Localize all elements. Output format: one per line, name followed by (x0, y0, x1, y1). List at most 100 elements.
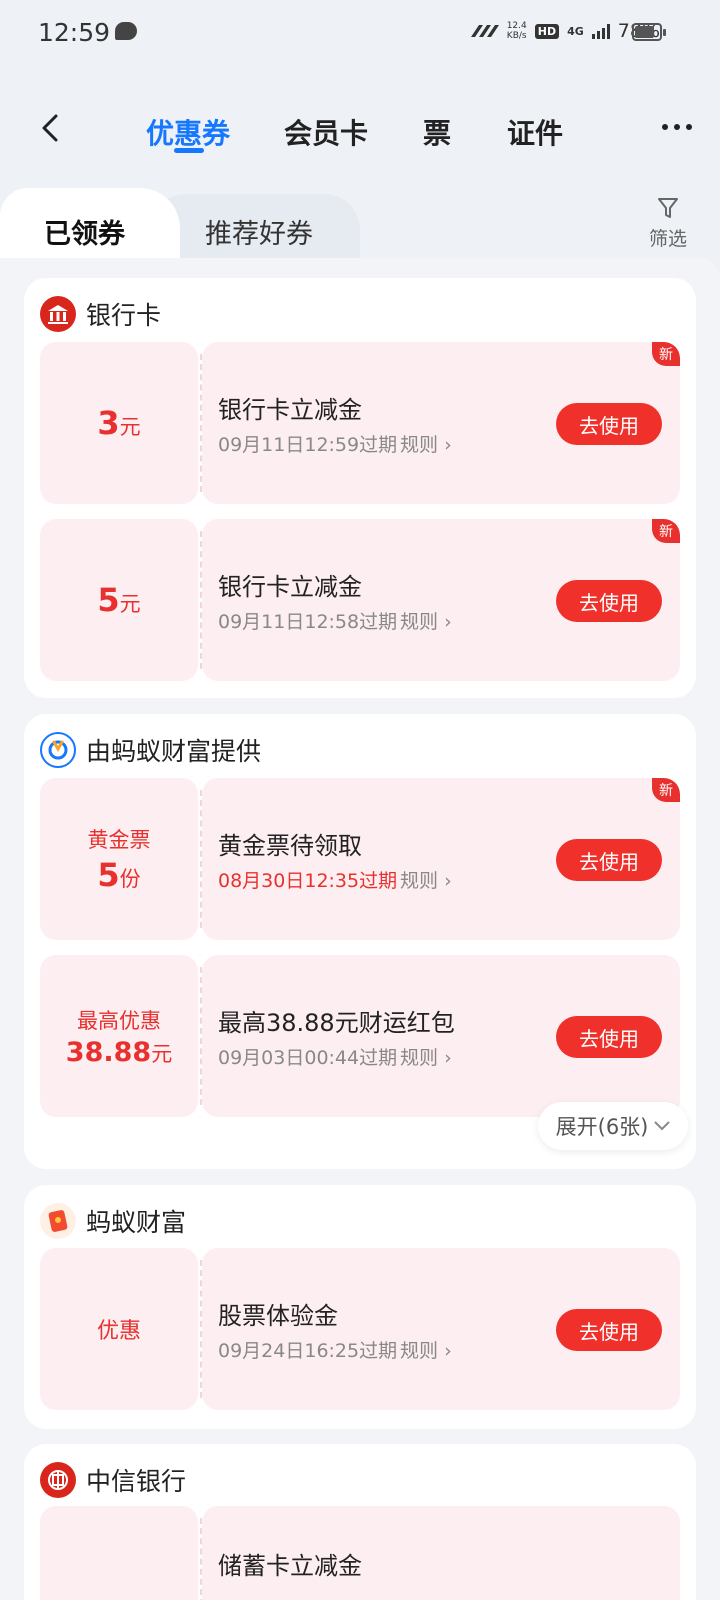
use-coupon-button[interactable]: 去使用 (556, 1309, 662, 1351)
rules-link[interactable]: 规则 › (400, 1043, 452, 1070)
filter-icon (658, 198, 678, 218)
sub-tabs: 已领券 推荐好券 筛选 (0, 188, 720, 268)
sub-tab-recommended[interactable]: 推荐好券 (205, 212, 313, 251)
section-title: 蚂蚁财富 (86, 1208, 187, 1237)
rules-link[interactable]: 规则 › (400, 430, 452, 457)
coupon-amount: 优惠 (40, 1248, 198, 1410)
section-title: 银行卡 (86, 301, 162, 330)
coupon-amount: 5元 (40, 519, 198, 681)
active-tab-indicator (174, 148, 204, 153)
section-header: 银行卡 (40, 296, 161, 332)
filter-label: 筛选 (648, 228, 687, 250)
section-bank-card: 银行卡 3元 银行卡立减金 09月11日12:59过期 规则 › 去使用 新 5… (24, 278, 696, 698)
network-speed: 12.4 KB/s (507, 21, 527, 41)
tab-membership-cards[interactable]: 会员卡 (284, 112, 368, 152)
use-coupon-button[interactable]: 去使用 (556, 403, 662, 445)
signal-icon (591, 23, 610, 39)
status-bar: 12:59 12.4 KB/s HD 4G 78% (0, 0, 720, 66)
rules-label: 规则 (400, 434, 439, 456)
rules-label: 规则 (400, 1340, 439, 1362)
sub-tab-received[interactable]: 已领券 (44, 212, 125, 251)
coupon-details: 股票体验金 09月24日16:25过期 规则 › 去使用 (202, 1248, 680, 1410)
coupon-amount: 3元 (40, 342, 198, 504)
red-packet-logo-icon (40, 1203, 76, 1239)
coupon-type-label: 最高优惠 (77, 1008, 161, 1033)
coupon-amount: 黄金票 5份 (40, 778, 198, 940)
filter-button[interactable]: 筛选 (638, 196, 698, 251)
coupon-expiry: 09月11日12:58过期 (218, 611, 398, 633)
section-header: 中信银行 (40, 1462, 186, 1498)
expand-label: 展开(6张) (555, 1115, 649, 1139)
new-badge: 新 (652, 519, 680, 543)
more-options-icon[interactable] (662, 124, 692, 130)
rules-label: 规则 (400, 611, 439, 633)
coupon-value: 5 (97, 856, 120, 894)
chevron-right-icon: › (444, 870, 452, 892)
use-coupon-button[interactable]: 去使用 (556, 839, 662, 881)
section-title: 由蚂蚁财富提供 (86, 737, 262, 766)
chevron-right-icon: › (444, 611, 452, 633)
battery-icon (632, 23, 666, 41)
coupon-name: 黄金票待领取 (218, 832, 362, 860)
use-coupon-button[interactable]: 去使用 (556, 580, 662, 622)
top-navigation: 优惠券 会员卡 票 证件 (0, 90, 720, 170)
section-header: 由蚂蚁财富提供 (40, 732, 261, 768)
coupon-amount (40, 1506, 198, 1600)
rules-link[interactable]: 规则 › (400, 607, 452, 634)
rules-label: 规则 (400, 870, 439, 892)
coupon-type-label: 优惠 (96, 1319, 141, 1344)
coupon-details: 储蓄卡立减金 (202, 1506, 680, 1600)
hd-badge: HD (534, 23, 560, 39)
network-speed-unit: KB/s (506, 31, 527, 41)
coupon-item: 5元 银行卡立减金 09月11日12:58过期 规则 › 去使用 新 (40, 519, 680, 681)
chevron-down-icon (654, 1121, 671, 1131)
coupon-item: 最高优惠 38.88元 最高38.88元财运红包 09月03日00:44过期 规… (40, 955, 680, 1117)
chevron-right-icon: › (444, 434, 452, 456)
coupon-value: 3 (97, 404, 120, 442)
rules-link[interactable]: 规则 › (400, 866, 452, 893)
new-badge: 新 (652, 778, 680, 802)
coupon-name: 最高38.88元财运红包 (218, 1009, 455, 1037)
use-coupon-button[interactable]: 去使用 (556, 1016, 662, 1058)
network-type: 4G (567, 24, 584, 38)
coupon-unit: 元 (119, 415, 141, 439)
tab-certificates[interactable]: 证件 (507, 112, 563, 152)
coupon-name: 股票体验金 (218, 1302, 338, 1330)
section-ant-fortune-provided: 由蚂蚁财富提供 黄金票 5份 黄金票待领取 08月30日12:35过期 规则 ›… (24, 714, 696, 1169)
section-ant-fortune: 蚂蚁财富 优惠 股票体验金 09月24日16:25过期 规则 › 去使用 (24, 1185, 696, 1429)
message-notification-icon (115, 22, 137, 40)
status-time: 12:59 (38, 18, 111, 47)
back-arrow-icon[interactable] (36, 112, 68, 144)
network-speed-value: 12.4 (506, 21, 527, 31)
coupon-item: 优惠 股票体验金 09月24日16:25过期 规则 › 去使用 (40, 1248, 680, 1410)
coupon-value: 5 (97, 581, 120, 619)
new-badge: 新 (652, 342, 680, 366)
expand-button[interactable]: 展开(6张) (538, 1102, 688, 1150)
coupon-expiry: 09月11日12:59过期 (218, 434, 398, 456)
rules-label: 规则 (400, 1047, 439, 1069)
coupon-details: 黄金票待领取 08月30日12:35过期 规则 › 去使用 新 (202, 778, 680, 940)
coupon-item: 储蓄卡立减金 (40, 1506, 680, 1600)
section-citic-bank: 中信银行 储蓄卡立减金 (24, 1444, 696, 1600)
coupon-unit: 元 (119, 592, 141, 616)
coupon-item: 3元 银行卡立减金 09月11日12:59过期 规则 › 去使用 新 (40, 342, 680, 504)
section-title: 中信银行 (86, 1467, 187, 1496)
coupon-unit: 元 (151, 1041, 173, 1066)
ant-fortune-logo-icon (40, 732, 76, 768)
coupon-name: 银行卡立减金 (218, 573, 362, 601)
tab-tickets[interactable]: 票 (423, 112, 451, 152)
rules-link[interactable]: 规则 › (400, 1336, 452, 1363)
tab-coupons[interactable]: 优惠券 (146, 112, 230, 152)
chevron-right-icon: › (444, 1047, 452, 1069)
coupon-value: 38.88 (65, 1036, 152, 1068)
coupon-details: 银行卡立减金 09月11日12:58过期 规则 › 去使用 新 (202, 519, 680, 681)
coupon-expiry: 08月30日12:35过期 (218, 870, 398, 892)
coupon-expiry: 09月24日16:25过期 (218, 1340, 398, 1362)
coupon-details: 银行卡立减金 09月11日12:59过期 规则 › 去使用 新 (202, 342, 680, 504)
chevron-right-icon: › (444, 1340, 452, 1362)
citic-logo-icon (40, 1462, 76, 1498)
bank-logo-icon (40, 296, 76, 332)
coupon-unit: 份 (119, 867, 141, 891)
coupon-expiry: 09月03日00:44过期 (218, 1047, 398, 1069)
coupon-details: 最高38.88元财运红包 09月03日00:44过期 规则 › 去使用 (202, 955, 680, 1117)
